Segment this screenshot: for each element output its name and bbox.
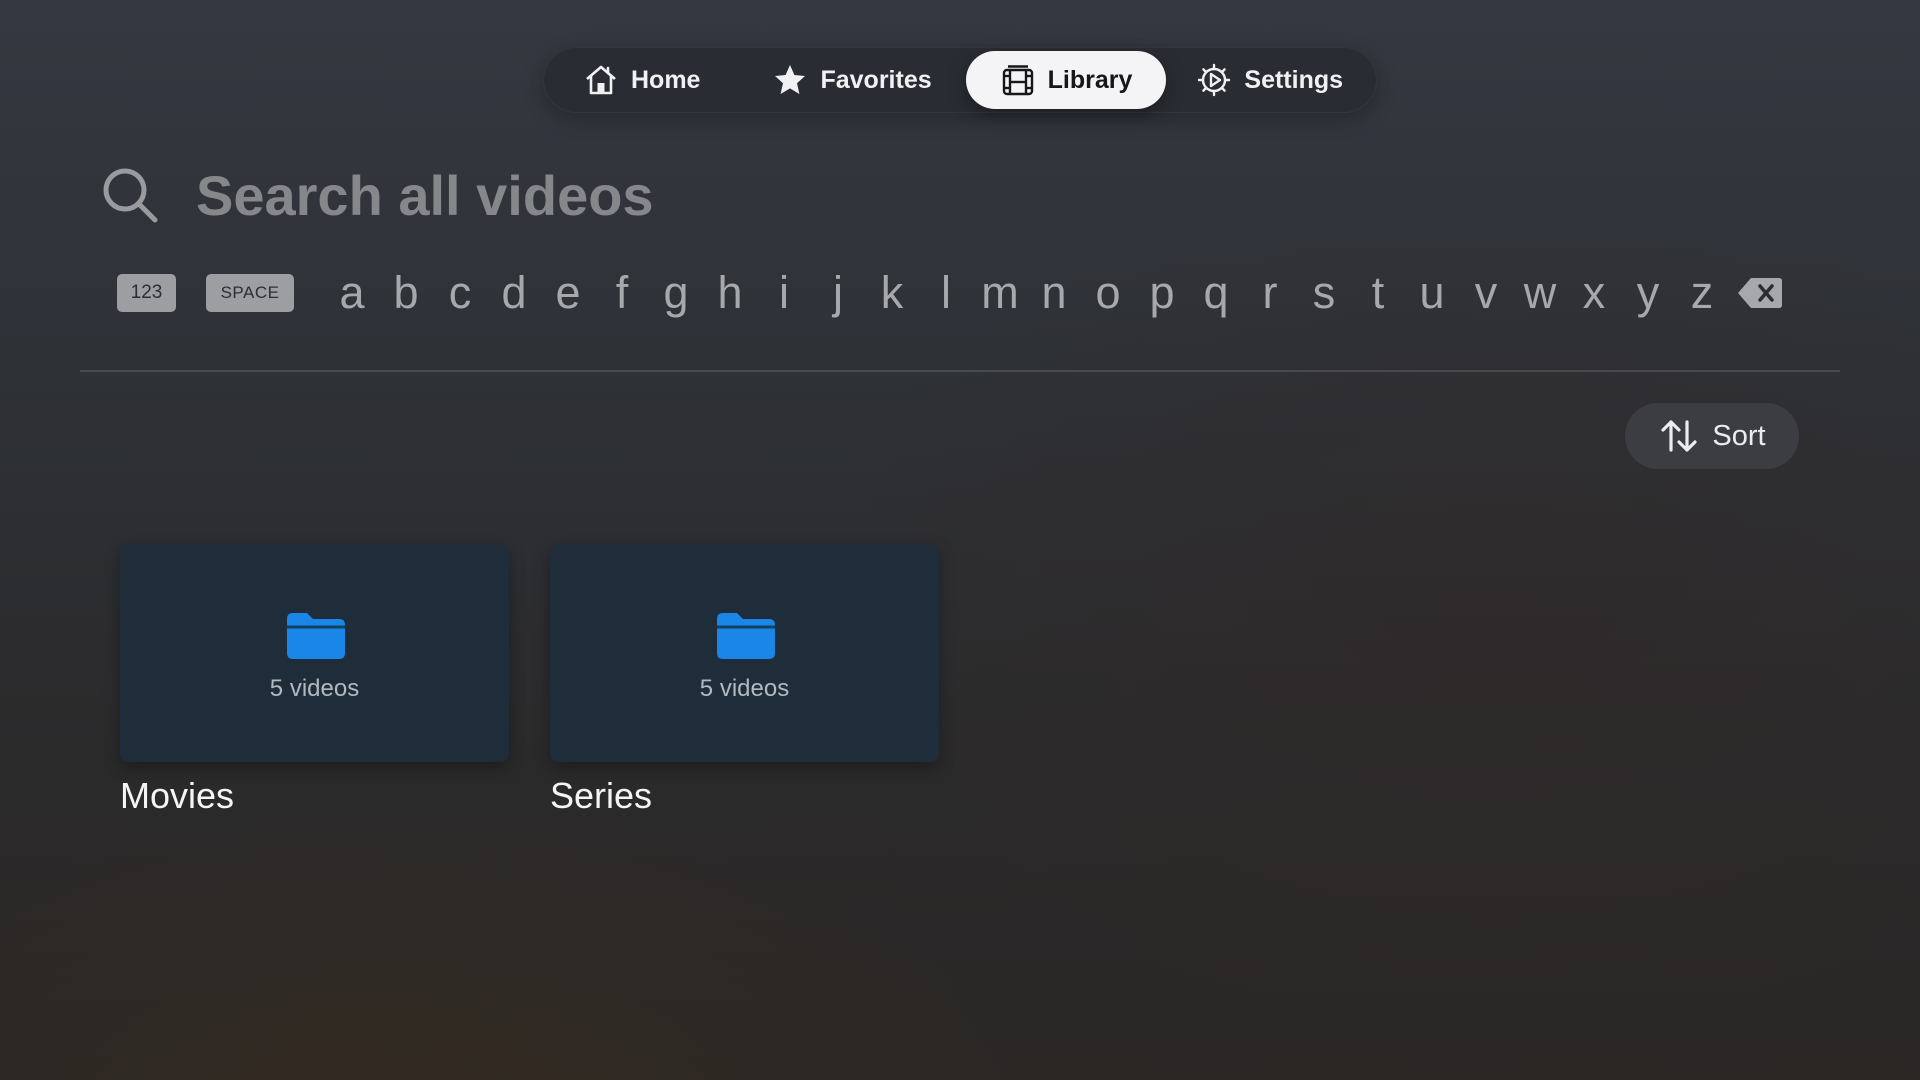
folder-name: Series: [550, 775, 653, 816]
letter-key[interactable]: e: [541, 270, 595, 316]
letter-key[interactable]: b: [379, 270, 433, 316]
letter-key[interactable]: z: [1675, 270, 1729, 316]
letter-key[interactable]: n: [1027, 270, 1081, 316]
letter-key[interactable]: c: [433, 270, 487, 316]
sort-label: Sort: [1712, 419, 1766, 452]
letter-key[interactable]: x: [1567, 270, 1621, 316]
letter-key[interactable]: m: [973, 270, 1027, 316]
letter-key[interactable]: g: [649, 270, 703, 316]
letter-key[interactable]: p: [1135, 270, 1189, 316]
letter-key[interactable]: l: [919, 270, 973, 316]
letter-key[interactable]: s: [1297, 270, 1351, 316]
letter-key[interactable]: q: [1189, 270, 1243, 316]
nav-favorites-label: Favorites: [820, 65, 932, 94]
numbers-key[interactable]: 123: [117, 274, 176, 312]
letter-key[interactable]: f: [595, 270, 649, 316]
house-icon: [586, 65, 616, 95]
letter-key[interactable]: u: [1405, 270, 1459, 316]
letter-key[interactable]: v: [1459, 270, 1513, 316]
letter-key[interactable]: o: [1081, 270, 1135, 316]
gear-icon: [1198, 63, 1231, 97]
nav-library[interactable]: Library: [965, 51, 1167, 109]
letter-key[interactable]: h: [703, 270, 757, 316]
nav-settings-label: Settings: [1244, 65, 1344, 94]
letter-key[interactable]: a: [325, 270, 379, 316]
sort-button[interactable]: Sort: [1625, 403, 1799, 469]
on-screen-keyboard: 123 SPACE abcdefghijklmnopqrstuvwxyz: [117, 270, 1783, 316]
folder-tile-series[interactable]: 5 videos: [550, 544, 939, 762]
nav-favorites[interactable]: Favorites: [738, 51, 965, 109]
search-bar: [100, 160, 1096, 230]
letter-keys: abcdefghijklmnopqrstuvwxyz: [325, 270, 1729, 316]
arrow-up-down-icon: [1661, 420, 1698, 452]
star-icon: [775, 65, 806, 94]
delete-left-icon[interactable]: [1737, 276, 1783, 310]
folder-icon: [286, 613, 345, 659]
folder-icon: [716, 613, 775, 659]
nav-home[interactable]: Home: [583, 51, 738, 109]
nav-library-label: Library: [1047, 65, 1133, 94]
nav-settings[interactable]: Settings: [1166, 51, 1373, 109]
divider: [80, 370, 1840, 372]
letter-key[interactable]: w: [1513, 270, 1567, 316]
letter-key[interactable]: t: [1351, 270, 1405, 316]
magnifier-icon: [103, 168, 158, 223]
letter-key[interactable]: y: [1621, 270, 1675, 316]
nav-home-label: Home: [631, 65, 701, 94]
top-navigation: Home Favorites Library Settings: [543, 47, 1377, 113]
letter-key[interactable]: r: [1243, 270, 1297, 316]
folder-count: 5 videos: [269, 675, 360, 702]
folder-tile-movies[interactable]: 5 videos: [120, 544, 509, 762]
letter-key[interactable]: i: [757, 270, 811, 316]
folder-count: 5 videos: [699, 675, 790, 702]
folder-name: Movies: [120, 775, 235, 816]
letter-key[interactable]: k: [865, 270, 919, 316]
space-key[interactable]: SPACE: [206, 274, 294, 312]
letter-key[interactable]: j: [811, 270, 865, 316]
search-input[interactable]: [196, 160, 1096, 230]
letter-key[interactable]: d: [487, 270, 541, 316]
film-icon: [1002, 65, 1033, 96]
